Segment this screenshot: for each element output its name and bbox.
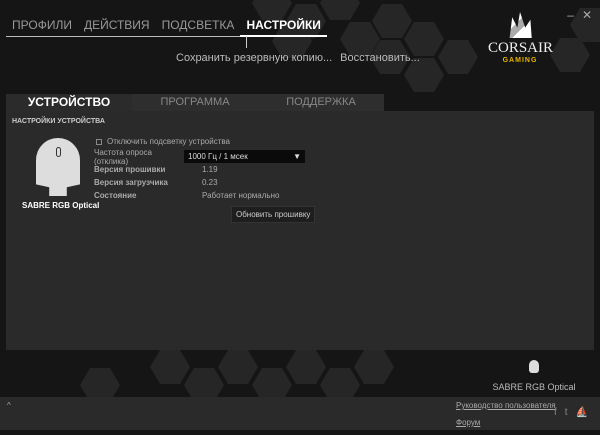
tab-support[interactable]: ПОДДЕРЖКА [258, 94, 384, 111]
close-icon[interactable]: ✕ [582, 8, 592, 22]
update-firmware-button[interactable]: Обновить прошивку [231, 206, 316, 223]
settings-tabs: УСТРОЙСТВО ПРОГРАММА ПОДДЕРЖКА [6, 94, 384, 111]
user-manual-link[interactable]: Руководство пользователя [456, 401, 556, 410]
minimize-icon[interactable]: – [567, 8, 574, 22]
mouse-image [36, 138, 80, 196]
nav-settings[interactable]: НАСТРОЙКИ [240, 18, 327, 37]
restore-button[interactable]: Восстановить... [340, 52, 420, 64]
scroll-wheel-icon [56, 147, 61, 157]
firmware-value: 1.19 [202, 165, 218, 174]
corsair-icon[interactable]: ⛵ [576, 407, 588, 418]
nav-actions[interactable]: ДЕЙСТВИЯ [78, 18, 156, 36]
nav-indicator [246, 36, 247, 48]
bootloader-value: 0.23 [202, 178, 218, 187]
device-selector[interactable]: SABRE RGB Optical [490, 360, 578, 395]
mouse-icon [529, 360, 539, 373]
bootloader-label: Версия загрузчика [94, 178, 168, 187]
device-settings-panel: НАСТРОЙКИ УСТРОЙСТВА SABRE RGB Optical О… [6, 111, 594, 350]
status-label: Состояние [94, 191, 137, 200]
polling-label: Частота опроса (отклика) [94, 147, 153, 166]
tab-device[interactable]: УСТРОЙСТВО [6, 94, 132, 111]
nav-profiles[interactable]: ПРОФИЛИ [6, 18, 78, 36]
corsair-logo: CORSAIR GAMING [488, 12, 554, 64]
logo-sub: GAMING [502, 57, 538, 64]
main-nav: ПРОФИЛИ ДЕЙСТВИЯ ПОДСВЕТКА НАСТРОЙКИ [6, 18, 327, 37]
disable-lighting-checkbox[interactable] [96, 138, 102, 145]
footer: ^ Руководство пользователя Форум f t ⛵ [0, 397, 600, 430]
polling-rate-select[interactable]: 1000 Гц / 1 мсек ▼ [184, 150, 305, 163]
forum-link[interactable]: Форум [456, 418, 556, 427]
device-selector-name: SABRE RGB Optical [492, 382, 576, 392]
logo-brand: CORSAIR [488, 40, 554, 56]
section-title: НАСТРОЙКИ УСТРОЙСТВА [12, 118, 105, 125]
dropdown-arrow-icon: ▼ [293, 152, 301, 161]
nav-lighting[interactable]: ПОДСВЕТКА [156, 18, 241, 36]
backup-button[interactable]: Сохранить резервную копию... [176, 52, 332, 64]
device-name: SABRE RGB Optical [22, 201, 100, 210]
tab-program[interactable]: ПРОГРАММА [132, 94, 258, 111]
status-value: Работает нормально [202, 191, 280, 200]
corsair-sails-icon [509, 12, 532, 38]
disable-lighting-label: Отключить подсветку устройства [107, 137, 230, 146]
firmware-label: Версия прошивки [94, 165, 166, 174]
facebook-icon[interactable]: f [554, 407, 557, 418]
polling-value: 1000 Гц / 1 мсек [188, 152, 248, 161]
expand-icon[interactable]: ^ [7, 401, 11, 410]
twitter-icon[interactable]: t [565, 407, 568, 418]
